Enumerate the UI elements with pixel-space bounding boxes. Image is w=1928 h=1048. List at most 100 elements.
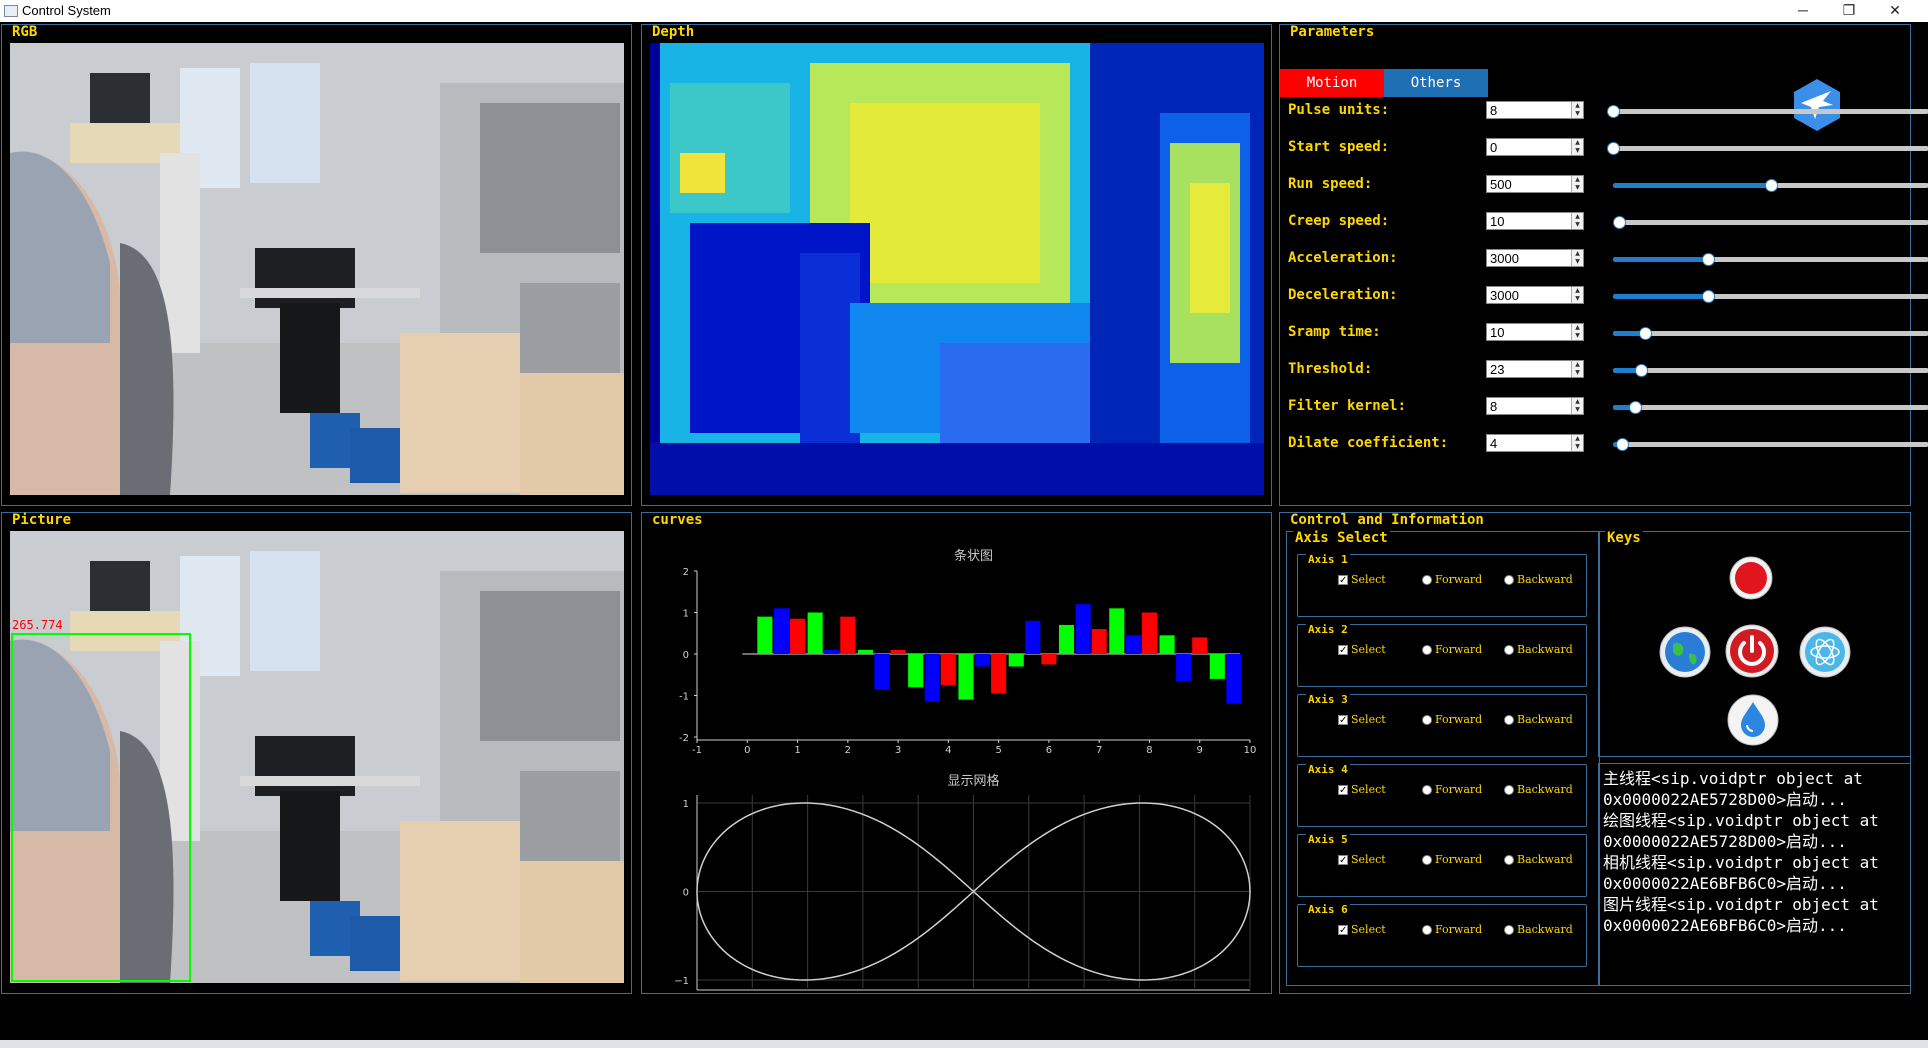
- forward-label: Forward: [1435, 573, 1483, 586]
- axis-forward-radio[interactable]: Forward: [1422, 643, 1482, 656]
- spin-arrows-icon[interactable]: ▲ ▼: [1571, 213, 1583, 229]
- bar: [807, 612, 823, 654]
- minimize-button[interactable]: ─: [1780, 0, 1826, 22]
- radio-icon: [1422, 854, 1432, 865]
- maximize-button[interactable]: ❐: [1826, 0, 1872, 22]
- param-slider[interactable]: [1613, 438, 1928, 451]
- axis-select-checkbox[interactable]: ✓ Select: [1338, 923, 1386, 936]
- param-value: 0: [1490, 140, 1498, 155]
- spin-arrows-icon[interactable]: ▲ ▼: [1571, 102, 1583, 118]
- axis-select-group: Axis Select Axis 1 ✓ Select Forward Backward…: [1286, 531, 1600, 986]
- param-slider[interactable]: [1607, 142, 1928, 155]
- param-slider[interactable]: [1613, 401, 1928, 414]
- axis-backward-radio[interactable]: Backward: [1504, 783, 1573, 796]
- line-y-tick-label: 1: [683, 799, 689, 810]
- window-titlebar: Control System ─ ❐ ✕: [0, 0, 1928, 22]
- spin-arrows-icon[interactable]: ▲ ▼: [1571, 139, 1583, 155]
- close-button[interactable]: ✕: [1872, 0, 1918, 22]
- slider-handle[interactable]: [1607, 105, 1620, 118]
- axis-select-checkbox[interactable]: ✓ Select: [1338, 783, 1386, 796]
- axis-select-checkbox[interactable]: ✓ Select: [1338, 713, 1386, 726]
- param-spinbox[interactable]: 3000 ▲ ▼: [1486, 249, 1584, 267]
- axis-backward-radio[interactable]: Backward: [1504, 643, 1573, 656]
- depth-panel: Depth: [641, 24, 1272, 506]
- bar: [1159, 635, 1175, 654]
- backward-label: Backward: [1517, 573, 1573, 586]
- spin-arrows-icon[interactable]: ▲ ▼: [1571, 176, 1583, 192]
- axis-forward-radio[interactable]: Forward: [1422, 713, 1482, 726]
- axis-forward-radio[interactable]: Forward: [1422, 573, 1482, 586]
- water-drop-icon[interactable]: [1727, 694, 1779, 746]
- spin-arrows-icon[interactable]: ▲ ▼: [1571, 361, 1583, 377]
- param-label: Run speed:: [1288, 176, 1373, 192]
- param-spinbox[interactable]: 8 ▲ ▼: [1486, 397, 1584, 415]
- axis-select-checkbox[interactable]: ✓ Select: [1338, 573, 1386, 586]
- slider-handle[interactable]: [1616, 438, 1630, 451]
- power-icon[interactable]: [1725, 624, 1779, 678]
- slider-handle[interactable]: [1607, 142, 1620, 155]
- param-value: 8: [1490, 399, 1498, 414]
- bar-x-tick-label: -1: [692, 745, 702, 756]
- parameters-panel: Parameters Motion Others Pulse units: 8 ▲ ▼…: [1279, 24, 1928, 506]
- bar: [940, 654, 956, 686]
- backward-label: Backward: [1517, 713, 1573, 726]
- axis-select-checkbox[interactable]: ✓ Select: [1338, 643, 1386, 656]
- axis-box: Axis 4 ✓ Select Forward Backward: [1297, 764, 1587, 827]
- param-spinbox[interactable]: 10 ▲ ▼: [1486, 212, 1584, 230]
- param-spinbox[interactable]: 500 ▲ ▼: [1486, 175, 1584, 193]
- axis-select-checkbox[interactable]: ✓ Select: [1338, 853, 1386, 866]
- slider-handle[interactable]: [1701, 253, 1715, 266]
- axis-box: Axis 1 ✓ Select Forward Backward: [1297, 554, 1587, 617]
- slider-handle[interactable]: [1635, 364, 1649, 377]
- param-spinbox[interactable]: 4 ▲ ▼: [1486, 434, 1584, 452]
- record-button-icon[interactable]: [1729, 556, 1773, 600]
- axis-backward-radio[interactable]: Backward: [1504, 573, 1573, 586]
- slider-handle[interactable]: [1701, 290, 1715, 303]
- tab-others[interactable]: Others: [1384, 69, 1488, 97]
- spin-arrows-icon[interactable]: ▲ ▼: [1571, 398, 1583, 414]
- spin-arrows-icon[interactable]: ▲ ▼: [1571, 250, 1583, 266]
- param-slider[interactable]: [1613, 216, 1928, 229]
- axis-forward-radio[interactable]: Forward: [1422, 923, 1482, 936]
- slider-handle[interactable]: [1638, 327, 1652, 340]
- check-icon: ✓: [1338, 854, 1348, 866]
- spin-arrows-icon[interactable]: ▲ ▼: [1571, 287, 1583, 303]
- param-label: Sramp time:: [1288, 324, 1381, 340]
- slider-handle[interactable]: [1765, 179, 1778, 192]
- tab-motion[interactable]: Motion: [1280, 69, 1384, 97]
- param-slider[interactable]: [1613, 253, 1928, 266]
- radio-icon: [1504, 924, 1514, 935]
- axis-backward-radio[interactable]: Backward: [1504, 713, 1573, 726]
- param-spinbox[interactable]: 3000 ▲ ▼: [1486, 286, 1584, 304]
- bar-x-tick-label: 4: [945, 745, 951, 756]
- log-line: 相机线程<sip.voidptr object at: [1603, 853, 1879, 872]
- slider-handle[interactable]: [1629, 401, 1643, 414]
- radio-icon: [1422, 574, 1432, 585]
- slider-handle[interactable]: [1613, 216, 1627, 229]
- param-spinbox[interactable]: 10 ▲ ▼: [1486, 323, 1584, 341]
- axis-forward-radio[interactable]: Forward: [1422, 853, 1482, 866]
- globe-icon[interactable]: [1659, 626, 1711, 678]
- axis-backward-radio[interactable]: Backward: [1504, 853, 1573, 866]
- param-slider[interactable]: [1613, 364, 1928, 377]
- picture-panel-title: Picture: [10, 512, 74, 528]
- param-slider[interactable]: [1613, 327, 1928, 340]
- param-spinbox[interactable]: 8 ▲ ▼: [1486, 101, 1584, 119]
- spin-arrows-icon[interactable]: ▲ ▼: [1571, 324, 1583, 340]
- spin-arrows-icon[interactable]: ▲ ▼: [1571, 435, 1583, 451]
- bar: [1226, 654, 1242, 704]
- log-box[interactable]: 主线程<sip.voidptr object at 0x0000022AE5728…: [1598, 763, 1911, 986]
- param-spinbox[interactable]: 0 ▲ ▼: [1486, 138, 1584, 156]
- check-icon: ✓: [1338, 784, 1348, 796]
- axis-backward-radio[interactable]: Backward: [1504, 923, 1573, 936]
- check-icon: ✓: [1338, 714, 1348, 726]
- param-slider[interactable]: [1607, 105, 1928, 118]
- log-line: 主线程<sip.voidptr object at: [1603, 769, 1863, 788]
- log-line: 图片线程<sip.voidptr object at: [1603, 895, 1879, 914]
- atom-icon[interactable]: [1799, 626, 1851, 678]
- param-slider[interactable]: [1613, 290, 1928, 303]
- param-slider[interactable]: [1613, 179, 1928, 192]
- forward-label: Forward: [1435, 923, 1483, 936]
- axis-forward-radio[interactable]: Forward: [1422, 783, 1482, 796]
- param-spinbox[interactable]: 23 ▲ ▼: [1486, 360, 1584, 378]
